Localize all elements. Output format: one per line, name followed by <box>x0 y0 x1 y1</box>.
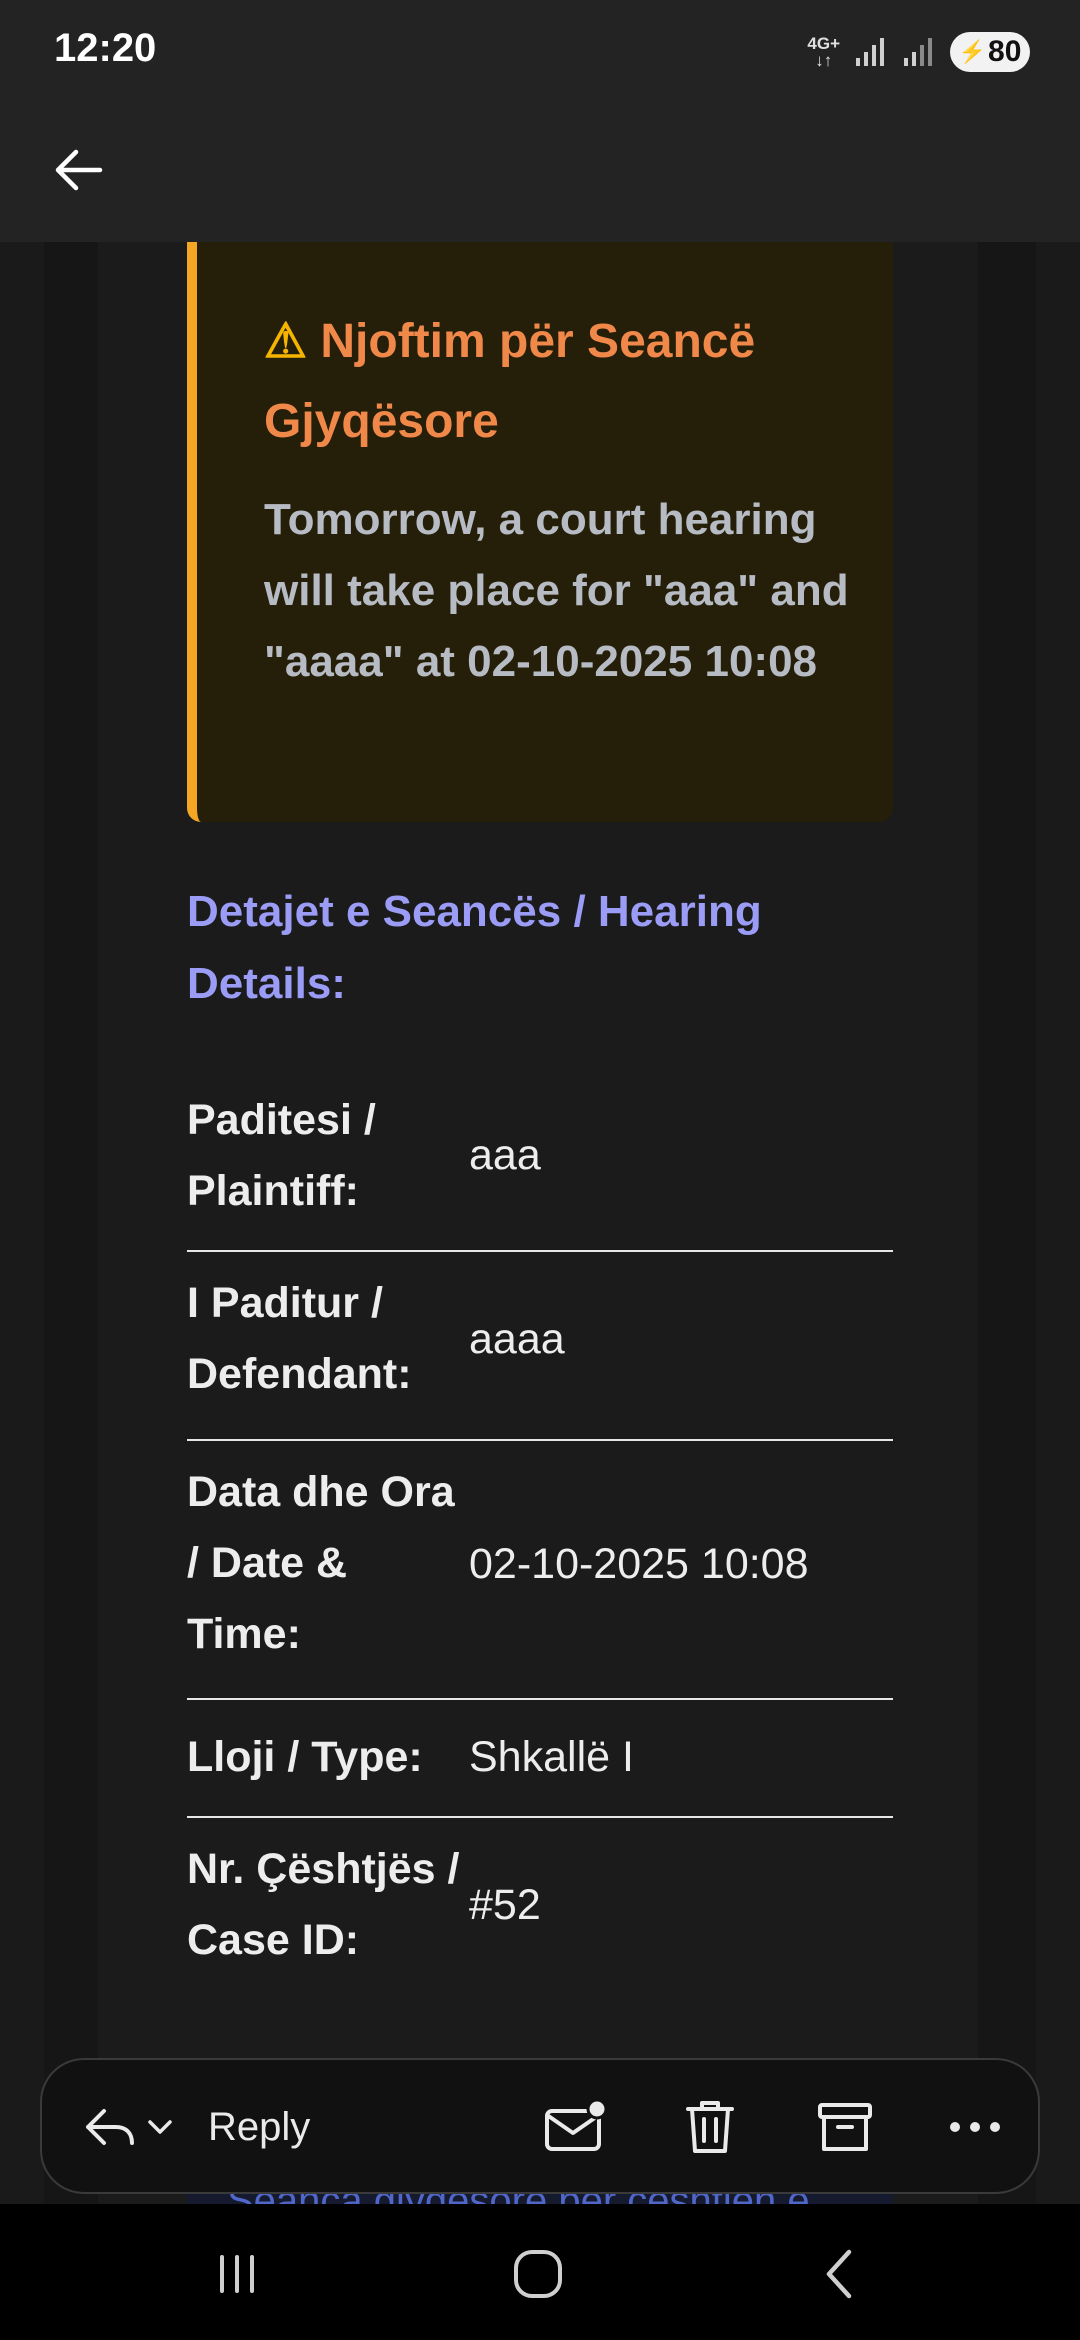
recent-apps-button[interactable] <box>192 2234 282 2314</box>
more-options-button[interactable] <box>932 2084 1018 2170</box>
battery-level: 80 <box>988 35 1022 68</box>
data-arrows-icon: ↓↑ <box>815 51 833 70</box>
row-value: #52 <box>469 1881 541 1929</box>
delete-button[interactable] <box>667 2084 753 2170</box>
home-icon <box>514 2250 562 2298</box>
network-type-label: 4G+ <box>807 34 840 53</box>
chevron-down-icon[interactable] <box>144 2111 176 2143</box>
email-action-bar: Reply <box>40 2058 1040 2194</box>
reply-button[interactable]: Reply <box>82 2084 310 2170</box>
mark-unread-button[interactable] <box>532 2084 618 2170</box>
row-label: Paditesi / Plaintiff: <box>187 1096 376 1215</box>
system-back-button[interactable] <box>795 2234 885 2314</box>
alert-title: ⚠ Njoftim për Seancë Gjyqësore <box>264 302 864 462</box>
hearing-alert-box: ⚠ Njoftim për Seancë Gjyqësore Tomorrow,… <box>187 242 893 822</box>
status-time: 12:20 <box>54 26 157 70</box>
back-button[interactable] <box>38 130 118 210</box>
reply-label: Reply <box>208 2104 311 2149</box>
row-value: aaa <box>469 1131 541 1179</box>
table-row: Data dhe Ora / Date & Time: 02-10-2025 1… <box>187 1441 893 1700</box>
table-row: I Paditur / Defendant: aaaa <box>187 1252 893 1441</box>
hearing-details-table: Paditesi / Plaintiff: aaa I Paditur / De… <box>187 1075 893 1998</box>
battery-saver-icon: ⚡ <box>958 39 987 64</box>
reply-icon <box>86 2109 134 2145</box>
alert-title-text: Njoftim për Seancë Gjyqësore <box>264 315 756 448</box>
mark-unread-icon <box>545 2099 607 2151</box>
warning-icon: ⚠ <box>264 315 308 368</box>
row-label: Lloji / Type: <box>187 1733 423 1781</box>
table-row: Lloji / Type: Shkallë I <box>187 1700 893 1818</box>
table-row: Nr. Çështjës / Case ID: #52 <box>187 1818 893 1998</box>
recent-apps-icon <box>220 2255 254 2293</box>
more-icon <box>950 2122 1000 2132</box>
archive-icon <box>818 2103 872 2151</box>
network-type-icon: 4G+ ↓↑ <box>807 35 840 69</box>
archive-button[interactable] <box>802 2084 888 2170</box>
row-value: 02-10-2025 10:08 <box>469 1540 809 1588</box>
signal-icon <box>856 38 884 66</box>
hearing-details-heading: Detajet e Seancës / Hearing Details: <box>187 887 762 1008</box>
status-icons: 4G+ ↓↑ ⚡ 80 <box>807 28 1030 76</box>
table-row: Paditesi / Plaintiff: aaa <box>187 1075 893 1252</box>
trash-icon <box>686 2101 734 2153</box>
nav-back-icon <box>826 2249 852 2299</box>
alert-message: Tomorrow, a court hearing will take plac… <box>264 495 849 686</box>
arrow-left-icon <box>55 149 103 191</box>
signal-icon-secondary <box>904 38 932 66</box>
row-value: Shkallë I <box>469 1733 634 1781</box>
status-bar: 12:20 4G+ ↓↑ ⚡ 80 <box>0 0 1080 100</box>
row-value: aaaa <box>469 1315 565 1363</box>
top-app-bar <box>0 100 1080 242</box>
row-label: Nr. Çështjës / Case ID: <box>187 1845 460 1964</box>
battery-icon: ⚡ 80 <box>950 32 1030 72</box>
row-label: Data dhe Ora / Date & Time: <box>187 1468 455 1658</box>
home-button[interactable] <box>493 2234 583 2314</box>
system-nav-bar <box>0 2204 1080 2340</box>
row-label: I Paditur / Defendant: <box>187 1279 412 1398</box>
